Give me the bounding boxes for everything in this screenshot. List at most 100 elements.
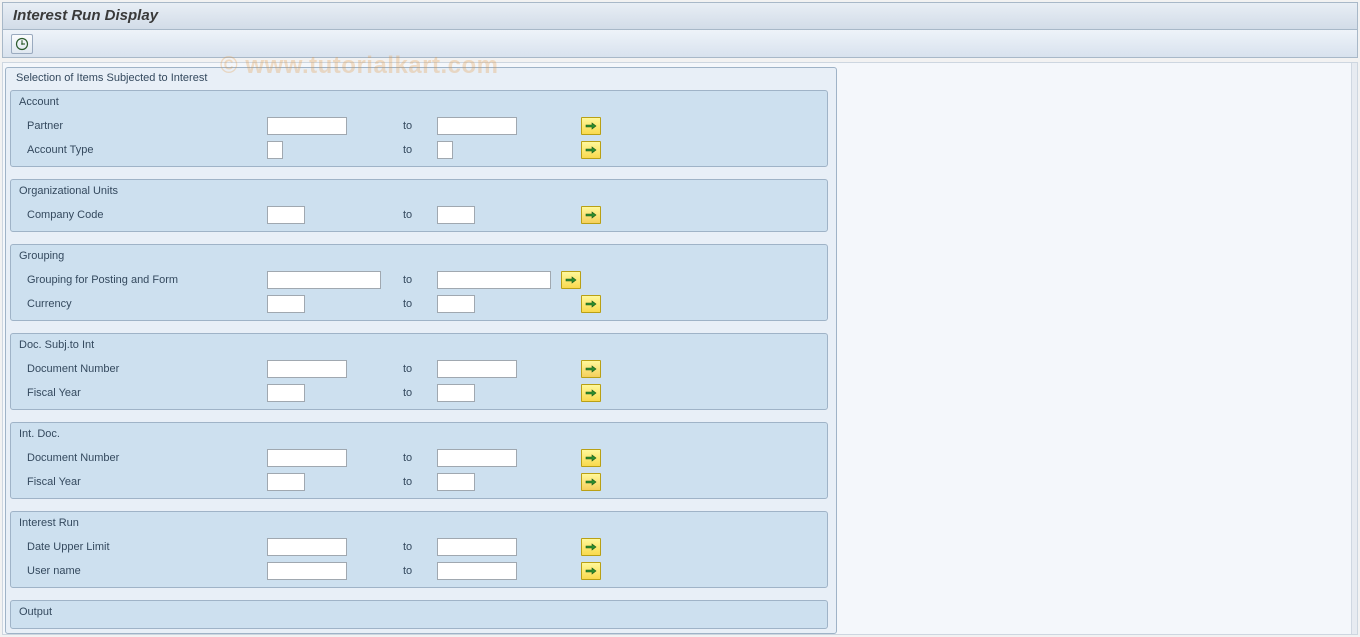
field-row: Partner to (11, 114, 827, 138)
field-label: Currency (27, 298, 267, 310)
group-title: Account (11, 91, 827, 114)
to-label: to (397, 298, 437, 310)
execute-icon (15, 37, 29, 51)
field-label: Account Type (27, 144, 267, 156)
field-row: Document Number to (11, 357, 827, 381)
right-splitter-bar[interactable] (1351, 63, 1357, 634)
field-row: Account Type to (11, 138, 827, 162)
group-title: Doc. Subj.to Int (11, 334, 827, 357)
to-input[interactable] (437, 449, 517, 467)
to-input[interactable] (437, 538, 517, 556)
group-title: Interest Run (11, 512, 827, 535)
multiple-selection-button[interactable] (581, 117, 601, 135)
title-bar: Interest Run Display (2, 2, 1358, 30)
toolbar (2, 30, 1358, 58)
to-label: to (397, 209, 437, 221)
multiple-selection-button[interactable] (581, 360, 601, 378)
to-input[interactable] (437, 271, 551, 289)
from-input[interactable] (267, 473, 305, 491)
multiple-selection-button[interactable] (581, 562, 601, 580)
arrow-right-icon (585, 145, 597, 155)
to-input[interactable] (437, 360, 517, 378)
from-input[interactable] (267, 141, 283, 159)
field-row: Fiscal Year to (11, 381, 827, 405)
field-row: Document Number to (11, 446, 827, 470)
from-input[interactable] (267, 562, 347, 580)
field-label: Partner (27, 120, 267, 132)
from-input[interactable] (267, 206, 305, 224)
multiple-selection-button[interactable] (581, 449, 601, 467)
field-row: Company Code to (11, 203, 827, 227)
multiple-selection-button[interactable] (581, 206, 601, 224)
field-row: Fiscal Year to (11, 470, 827, 494)
to-input[interactable] (437, 295, 475, 313)
field-row: Date Upper Limit to (11, 535, 827, 559)
multiple-selection-button[interactable] (581, 538, 601, 556)
group-title: Organizational Units (11, 180, 827, 203)
to-label: to (397, 144, 437, 156)
field-row: User name to (11, 559, 827, 583)
execute-button[interactable] (11, 34, 33, 54)
arrow-right-icon (585, 388, 597, 398)
arrow-right-icon (585, 210, 597, 220)
field-label: Date Upper Limit (27, 541, 267, 553)
arrow-right-icon (585, 542, 597, 552)
field-row: Grouping for Posting and Form to (11, 268, 827, 292)
super-group-selection: Selection of Items Subjected to Interest… (5, 67, 837, 634)
field-label: User name (27, 565, 267, 577)
arrow-right-icon (585, 364, 597, 374)
multiple-selection-button[interactable] (561, 271, 581, 289)
to-label: to (397, 452, 437, 464)
field-label: Grouping for Posting and Form (27, 274, 267, 286)
to-label: to (397, 120, 437, 132)
arrow-right-icon (585, 299, 597, 309)
field-label: Company Code (27, 209, 267, 221)
field-label: Document Number (27, 363, 267, 375)
to-label: to (397, 565, 437, 577)
from-input[interactable] (267, 449, 347, 467)
to-input[interactable] (437, 117, 517, 135)
field-label: Fiscal Year (27, 387, 267, 399)
scroll-area[interactable]: Selection of Items Subjected to Interest… (3, 63, 1357, 634)
arrow-right-icon (585, 566, 597, 576)
field-row: Currency to (11, 292, 827, 316)
arrow-right-icon (565, 275, 577, 285)
group-output: Output (10, 600, 828, 629)
arrow-right-icon (585, 477, 597, 487)
group-int-doc: Int. Doc. Document Number to Fiscal Year… (10, 422, 828, 499)
group-title-output: Output (11, 601, 827, 624)
to-label: to (397, 476, 437, 488)
to-input[interactable] (437, 562, 517, 580)
page-title: Interest Run Display (13, 7, 1347, 24)
multiple-selection-button[interactable] (581, 473, 601, 491)
multiple-selection-button[interactable] (581, 384, 601, 402)
to-label: to (397, 541, 437, 553)
to-label: to (397, 363, 437, 375)
from-input[interactable] (267, 384, 305, 402)
to-label: to (397, 387, 437, 399)
to-input[interactable] (437, 384, 475, 402)
from-input[interactable] (267, 538, 347, 556)
arrow-right-icon (585, 121, 597, 131)
field-label: Fiscal Year (27, 476, 267, 488)
to-input[interactable] (437, 141, 453, 159)
to-input[interactable] (437, 473, 475, 491)
field-label: Document Number (27, 452, 267, 464)
group-organizational-units: Organizational Units Company Code to (10, 179, 828, 232)
to-label: to (397, 274, 437, 286)
multiple-selection-button[interactable] (581, 295, 601, 313)
group-grouping: Grouping Grouping for Posting and Form t… (10, 244, 828, 321)
from-input[interactable] (267, 360, 347, 378)
group-doc-subj-to-int: Doc. Subj.to Int Document Number to Fisc… (10, 333, 828, 410)
group-account: Account Partner to Account Type to (10, 90, 828, 167)
to-input[interactable] (437, 206, 475, 224)
content-wrapper: Selection of Items Subjected to Interest… (2, 62, 1358, 635)
multiple-selection-button[interactable] (581, 141, 601, 159)
from-input[interactable] (267, 117, 347, 135)
arrow-right-icon (585, 453, 597, 463)
from-input[interactable] (267, 271, 381, 289)
group-title: Grouping (11, 245, 827, 268)
group-interest-run: Interest Run Date Upper Limit to User na… (10, 511, 828, 588)
from-input[interactable] (267, 295, 305, 313)
group-title: Int. Doc. (11, 423, 827, 446)
